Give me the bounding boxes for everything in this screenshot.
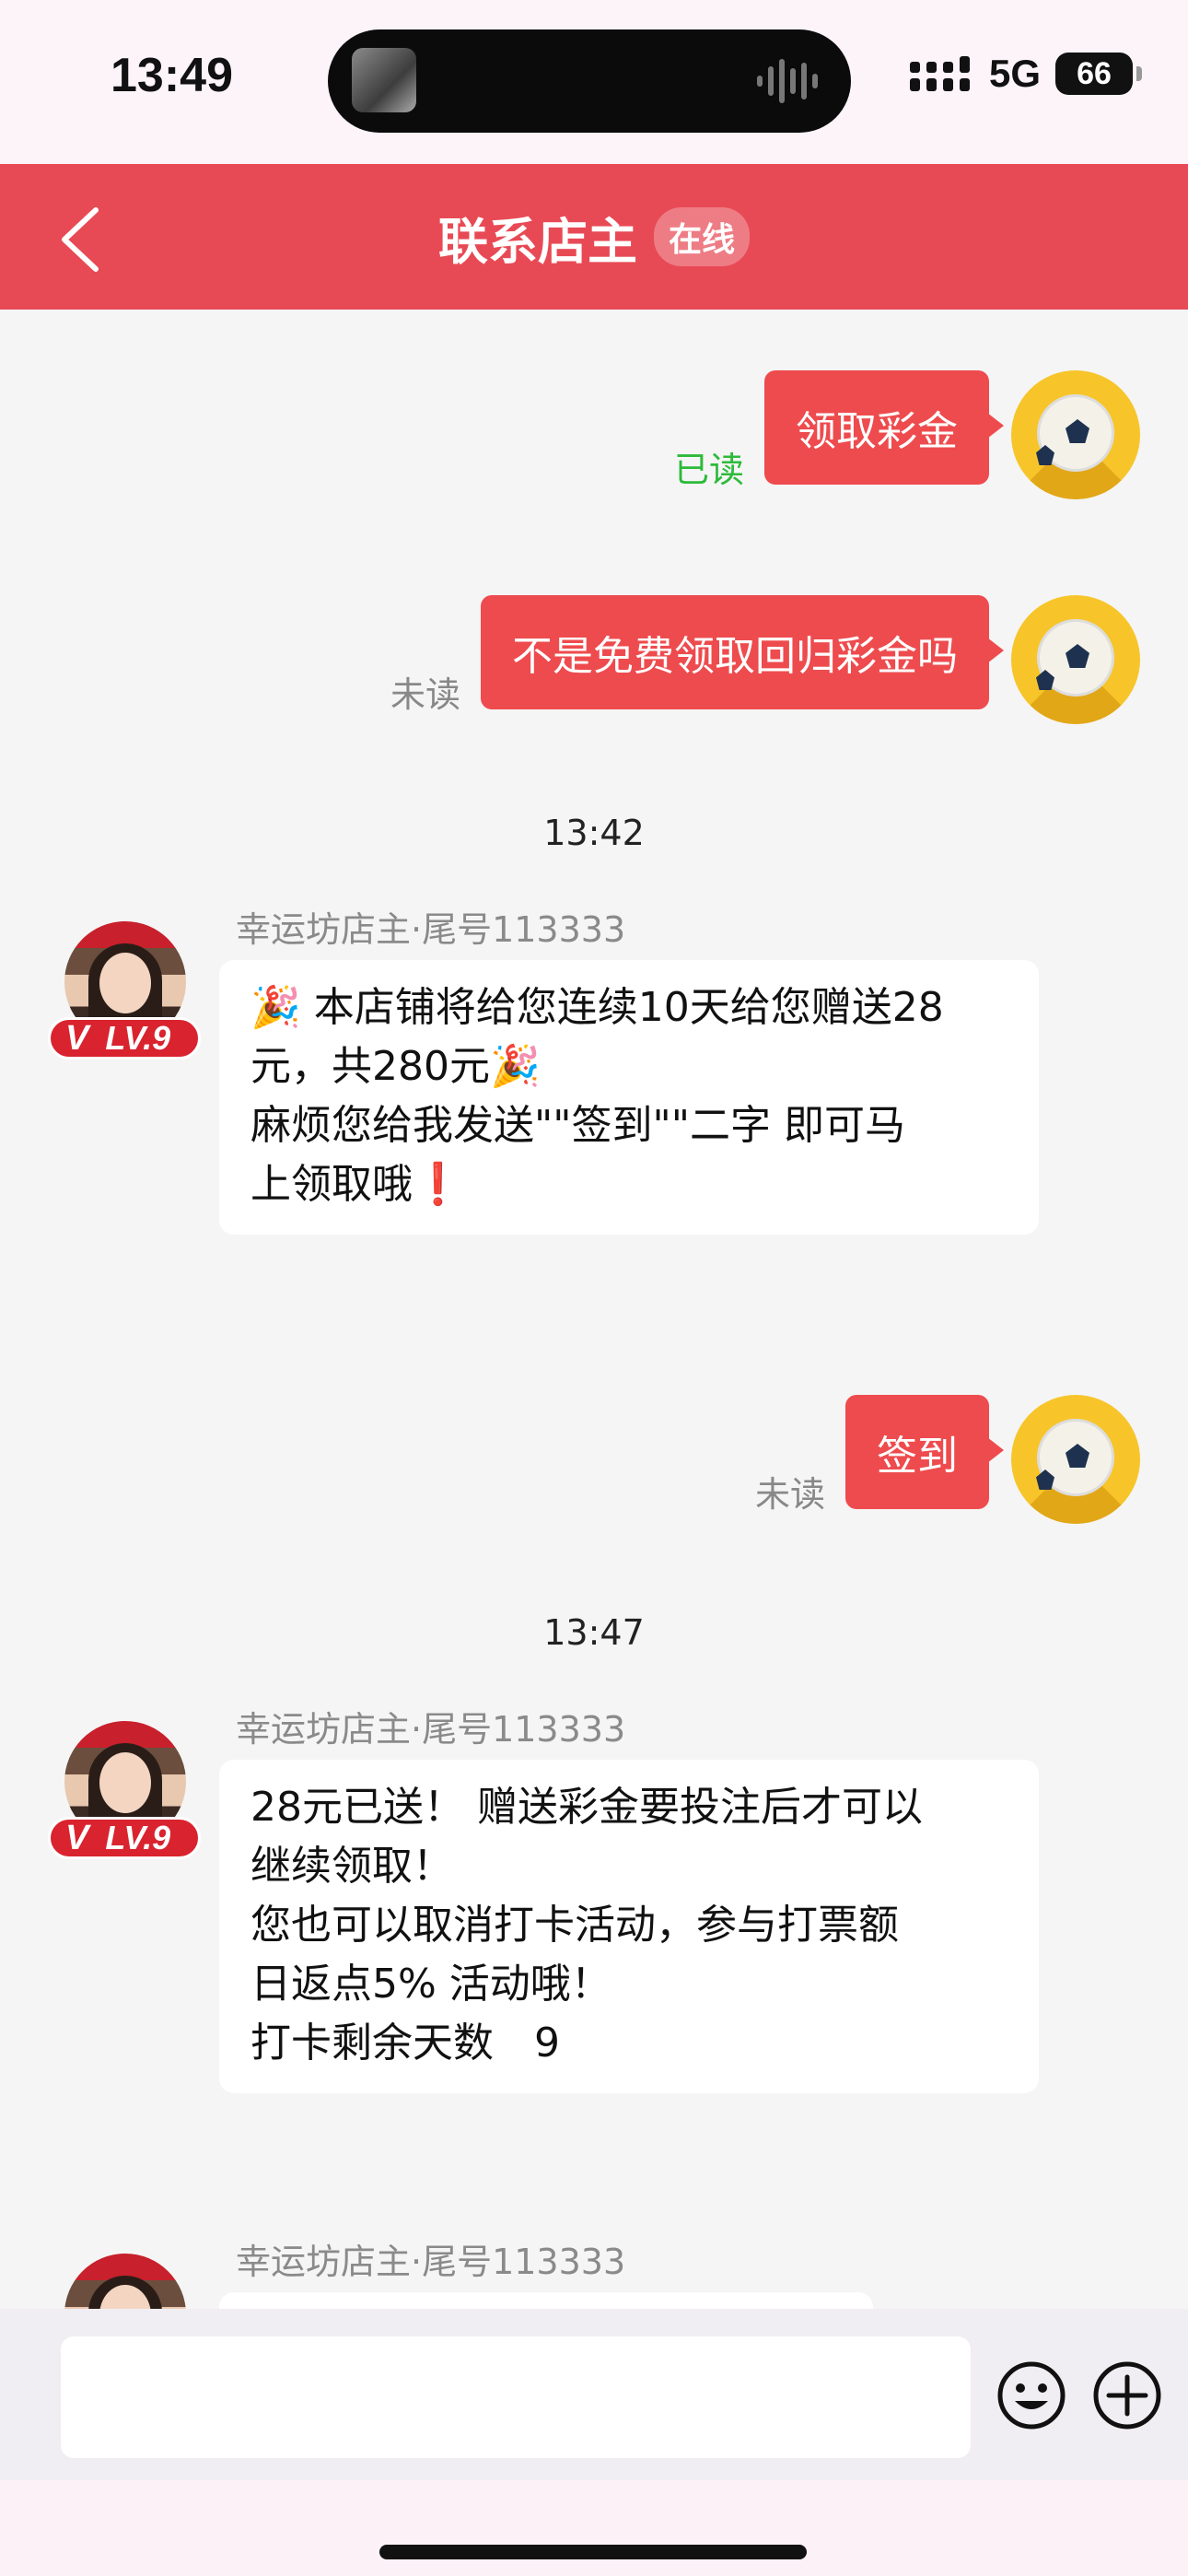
outgoing-message: 未读 签到 (755, 1395, 1140, 1524)
message-line: 麻烦您给我发送""签到""二字 即可马 (250, 1102, 905, 1149)
vip-level-badge: V LV.9 (48, 1817, 201, 1859)
message-bubble[interactable]: 领取彩金 (764, 370, 1004, 485)
message-timestamp: 13:47 (543, 1612, 645, 1653)
chat-header: 联系店主 在线 (0, 164, 1188, 310)
status-indicators: 5G 66 (909, 52, 1142, 96)
message-line: 继续领取！ (250, 1843, 453, 1890)
message-timestamp: 13:42 (543, 813, 645, 853)
read-status: 已读 (673, 450, 744, 490)
sender-name: 幸运坊店主·尾号113333 (236, 1709, 626, 1750)
emoji-icon[interactable] (996, 2360, 1066, 2430)
vip-level-badge: V LV.9 (48, 1017, 201, 1060)
network-label: 5G (988, 52, 1041, 95)
message-bubble[interactable]: 签到 (845, 1395, 1004, 1509)
user-avatar-soccer-ball-icon[interactable] (1011, 1395, 1140, 1524)
online-status-badge: 在线 (653, 207, 750, 266)
composer-bar (0, 2309, 1188, 2480)
message-line: 28元已送！ 赠送彩金要投注后才可以 (250, 1784, 923, 1831)
user-avatar-soccer-ball-icon[interactable] (1011, 370, 1140, 499)
message-line: 打卡剩余天数 9 (250, 2020, 560, 2067)
message-line: 上领取哦❗ (250, 1161, 463, 1208)
vip-icon: V (65, 1818, 89, 1857)
signal-icon (909, 56, 970, 91)
level-label: LV.9 (105, 1019, 171, 1057)
read-status: 未读 (390, 674, 460, 715)
header-title-group: 联系店主 在线 (0, 164, 1188, 310)
message-bubble[interactable]: 🎉 本店铺将给您连续10天给您赠送28 元，共280元🎉 麻烦您给我发送""签到… (219, 960, 1039, 1235)
message-composer (0, 2309, 1188, 2576)
message-line: 日返点5% 活动哦！ (250, 1961, 611, 2008)
plus-circle-icon[interactable] (1092, 2360, 1162, 2430)
message-line: 🎉 本店铺将给您连续10天给您赠送28 (250, 984, 944, 1031)
chat-message-list[interactable]: 已读 领取彩金 未读 不是免费领取回归彩金吗 13:42 V LV.9 幸运坊店… (0, 310, 1188, 2309)
sender-name: 幸运坊店主·尾号113333 (236, 909, 626, 950)
message-line: 您也可以取消打卡活动，参与打票额 (250, 1902, 899, 1949)
status-time: 13:49 (111, 49, 233, 102)
message-bubble[interactable] (219, 2292, 873, 2309)
message-input[interactable] (61, 2336, 971, 2458)
message-line: 元，共280元🎉 (250, 1043, 541, 1090)
level-label: LV.9 (105, 1819, 171, 1856)
dynamic-island (328, 29, 851, 133)
sender-name: 幸运坊店主·尾号113333 (236, 2242, 626, 2282)
vip-icon: V (65, 1018, 89, 1058)
user-avatar-soccer-ball-icon[interactable] (1011, 595, 1140, 724)
outgoing-message: 已读 领取彩金 (674, 370, 1140, 499)
message-bubble[interactable]: 28元已送！ 赠送彩金要投注后才可以 继续领取！ 您也可以取消打卡活动，参与打票… (219, 1760, 1039, 2093)
read-status: 未读 (754, 1474, 825, 1515)
message-bubble[interactable]: 不是免费领取回归彩金吗 (481, 595, 1004, 709)
now-playing-thumbnail (352, 48, 416, 112)
status-bar: 13:49 5G 66 (0, 0, 1188, 164)
shop-owner-avatar[interactable] (64, 2254, 186, 2309)
battery-indicator: 66 (1055, 53, 1142, 95)
page-title: 联系店主 (437, 212, 637, 271)
audio-wave-icon (757, 59, 818, 103)
outgoing-message: 未读 不是免费领取回归彩金吗 (390, 595, 1140, 724)
home-indicator[interactable] (379, 2545, 807, 2559)
